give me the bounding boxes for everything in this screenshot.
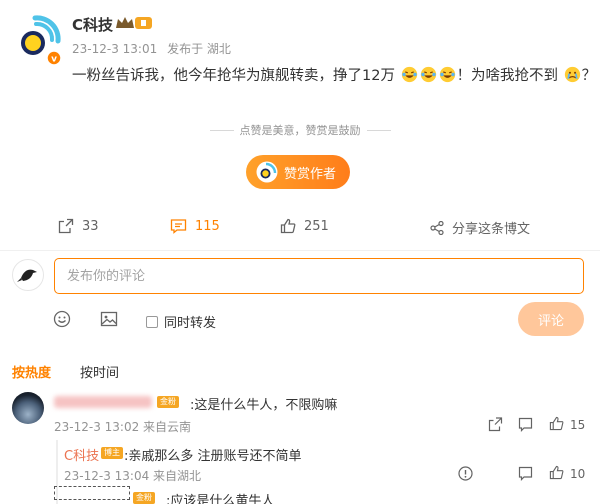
- comment-meta: 23-12-3 13:02 来自云南: [54, 420, 192, 434]
- divider-line: [366, 130, 391, 131]
- comment-icon: [170, 219, 187, 234]
- reply-text: :亲戚那么多 注册账号还不简单: [124, 449, 302, 464]
- repost-icon[interactable]: [488, 417, 503, 432]
- commenter-avatar[interactable]: [12, 392, 44, 424]
- comment-text: :应该是什么黄牛人: [166, 494, 275, 504]
- post-source: 发布于 湖北: [167, 42, 231, 56]
- laugh-cry-emoji-icon: [420, 66, 436, 83]
- author-name[interactable]: C科技: [72, 14, 113, 35]
- svg-text:v: v: [51, 55, 57, 65]
- crying-emoji-icon: [564, 66, 580, 83]
- divider-line: [209, 130, 234, 131]
- brand-logo-icon: [256, 161, 278, 183]
- emoji-icon[interactable]: [53, 310, 71, 328]
- comment-reply-icon[interactable]: [518, 417, 533, 432]
- author-avatar[interactable]: v: [10, 12, 64, 66]
- checkbox-box[interactable]: [146, 315, 158, 328]
- post-timestamp[interactable]: 23-12-3 13:01: [72, 42, 157, 56]
- like-button[interactable]: 251: [280, 218, 329, 234]
- repost-button[interactable]: 33: [58, 218, 99, 234]
- reward-divider-text: 点赞是美意，赞赏是鼓励: [239, 124, 361, 137]
- reward-author-button[interactable]: 赞赏作者: [246, 155, 350, 189]
- author-badge: 博主: [101, 447, 123, 459]
- selection-handle[interactable]: [54, 486, 130, 500]
- comment-count: 115: [195, 218, 220, 234]
- commenter-name-blurred[interactable]: [54, 396, 152, 408]
- post-text: 一粉丝告诉我，他今年抢华为旗舰转卖，挣了12万 ！为啥我抢不到 ？: [72, 64, 596, 85]
- laugh-cry-emoji-icon: [439, 66, 455, 83]
- post-meta: 23-12-3 13:01 发布于 湖北: [72, 40, 231, 57]
- laugh-cry-emoji-icon: [401, 66, 417, 83]
- like-count: 251: [304, 218, 329, 234]
- share-button[interactable]: 分享这条博文: [430, 218, 530, 237]
- crown-icon: [116, 17, 152, 29]
- like-icon: [280, 218, 296, 234]
- comment-like-count: 15: [570, 418, 586, 432]
- tab-sort-time[interactable]: 按时间: [80, 362, 119, 381]
- comment-reply-icon[interactable]: [518, 466, 533, 481]
- reply-author[interactable]: C科技: [64, 445, 99, 464]
- share-label: 分享这条博文: [452, 222, 531, 237]
- tab-sort-hot[interactable]: 按热度: [12, 362, 51, 381]
- fan-badge: 金粉: [133, 492, 155, 504]
- image-icon[interactable]: [100, 310, 118, 328]
- share-icon: [430, 220, 444, 235]
- reward-divider: 点赞是美意，赞赏是鼓励: [0, 122, 600, 138]
- comment-text: :这是什么牛人，不限购嘛: [190, 398, 338, 413]
- reward-button-label: 赞赏作者: [284, 166, 337, 182]
- post-text-question: ！为啥我抢不到: [456, 68, 559, 84]
- repost-count: 33: [82, 218, 99, 234]
- thumb-up-icon[interactable]: [549, 416, 564, 431]
- reply-meta: 23-12-3 13:04 来自湖北: [64, 469, 202, 483]
- repost-icon: [58, 218, 74, 234]
- divider: [0, 250, 600, 251]
- thumb-up-icon[interactable]: [549, 465, 564, 480]
- fan-badge: 金粉: [157, 396, 179, 408]
- submit-comment-button[interactable]: 评论: [518, 302, 584, 336]
- comment-input[interactable]: [54, 258, 584, 294]
- comment-button[interactable]: 115: [170, 218, 220, 234]
- post-text-main: 一粉丝告诉我，他今年抢华为旗舰转卖，挣了12万: [72, 68, 395, 84]
- repost-checkbox[interactable]: 同时转发: [146, 312, 216, 331]
- my-avatar[interactable]: [12, 259, 44, 291]
- report-icon[interactable]: [458, 466, 473, 481]
- post-text-end: ？: [581, 68, 597, 84]
- bird-avatar-icon: [17, 269, 37, 282]
- reply-like-count: 10: [570, 467, 586, 481]
- repost-checkbox-label: 同时转发: [164, 316, 217, 331]
